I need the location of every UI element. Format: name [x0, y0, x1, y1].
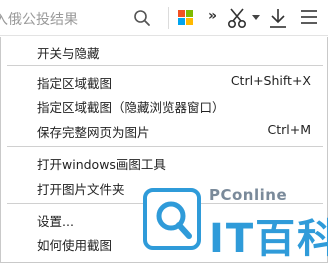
menu-item-save-full-page[interactable]: 保存完整网页为图片 Ctrl+M	[1, 118, 327, 142]
menu-item-region-capture-hidden[interactable]: 指定区域截图（隐藏浏览器窗口）	[1, 93, 327, 117]
menu-item-label: 打开图片文件夹	[37, 182, 125, 197]
scissors-icon[interactable]	[226, 7, 248, 29]
search-icon[interactable]	[133, 9, 151, 27]
browser-toolbar: 入俄公投结果 »	[0, 0, 328, 36]
menu-item-label: 打开windows画图工具	[37, 157, 166, 172]
magnifier-logo-icon	[143, 188, 201, 250]
search-input[interactable]: 入俄公投结果	[0, 9, 78, 29]
download-icon[interactable]	[268, 7, 288, 29]
menu-item-open-paint[interactable]: 打开windows画图工具	[1, 150, 327, 174]
menu-item-label: 指定区域截图（隐藏浏览器窗口）	[37, 100, 225, 115]
menu-item-label: 指定区域截图	[37, 76, 113, 91]
menu-item-label: 设置...	[37, 214, 74, 229]
menu-item-label: 保存完整网页为图片	[37, 125, 150, 140]
watermark-text: IT百科	[209, 216, 328, 262]
menu-item-label: 如何使用截图	[37, 238, 113, 253]
menu-item-shortcut: Ctrl+M	[267, 122, 312, 137]
menu-item-region-capture[interactable]: 指定区域截图 Ctrl+Shift+X	[1, 69, 327, 93]
dropdown-caret-icon[interactable]	[252, 15, 260, 20]
pconline-watermark: PConline IT百科	[143, 186, 328, 262]
toolbar-divider	[168, 7, 169, 29]
menu-item-toggle-hide[interactable]: 开关与隐藏	[1, 39, 327, 63]
menu-divider	[7, 65, 323, 66]
microsoft-icon[interactable]	[178, 10, 194, 26]
search-box[interactable]: 入俄公投结果	[0, 5, 164, 31]
hamburger-menu-icon[interactable]	[300, 9, 318, 25]
menu-divider	[7, 146, 323, 147]
menu-item-label: 开关与隐藏	[37, 46, 100, 61]
watermark-brand: PConline	[209, 186, 288, 204]
double-chevron-icon[interactable]: »	[208, 8, 217, 24]
menu-item-shortcut: Ctrl+Shift+X	[230, 73, 311, 88]
